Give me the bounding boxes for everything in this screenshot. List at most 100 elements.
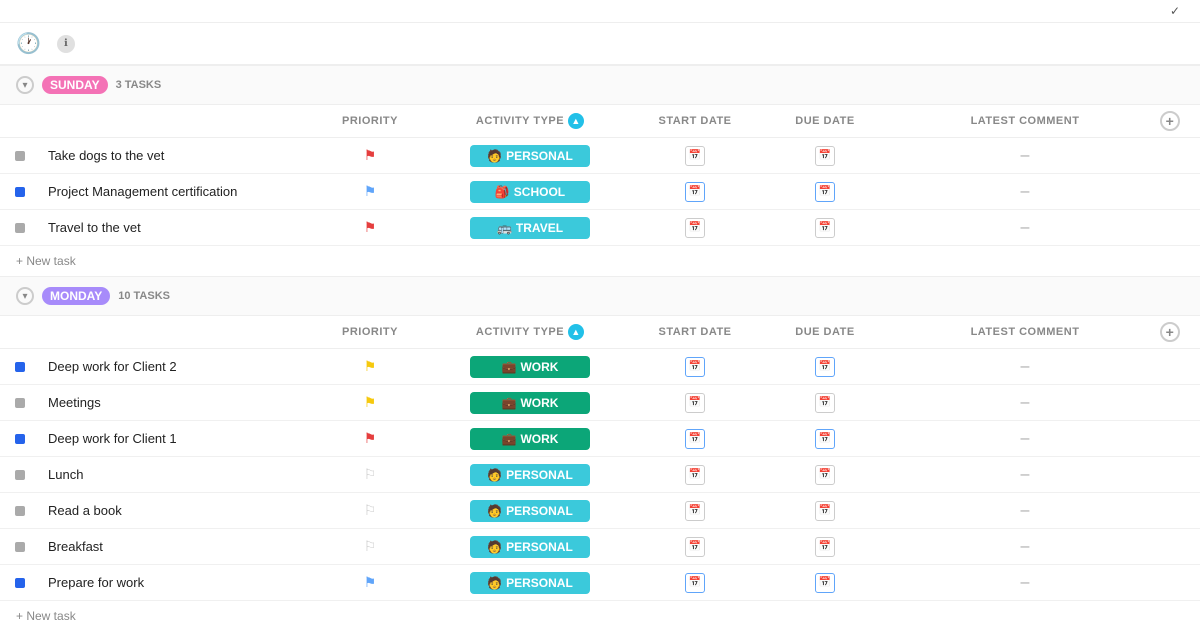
calendar-icon[interactable]: 📅: [815, 429, 835, 449]
calendar-icon[interactable]: 📅: [685, 393, 705, 413]
calendar-icon[interactable]: 📅: [685, 429, 705, 449]
activity-type-cell[interactable]: 🧑 PERSONAL: [430, 462, 630, 488]
new-task-button[interactable]: [83, 41, 95, 47]
task-checkbox[interactable]: [0, 151, 40, 161]
start-date-cell[interactable]: 📅: [630, 357, 760, 377]
task-checkbox[interactable]: [0, 578, 40, 588]
flag-none-icon: ⚐: [364, 538, 377, 555]
activity-type-cell[interactable]: 🚌 TRAVEL: [430, 215, 630, 241]
calendar-icon[interactable]: 📅: [685, 146, 705, 166]
activity-type-cell[interactable]: 💼 WORK: [430, 390, 630, 416]
info-icon[interactable]: ℹ: [57, 35, 75, 53]
task-priority[interactable]: ⚑: [310, 183, 430, 200]
calendar-icon[interactable]: 📅: [685, 182, 705, 202]
activity-type-cell[interactable]: 💼 WORK: [430, 354, 630, 380]
due-date-cell[interactable]: 📅: [760, 537, 890, 557]
activity-label: PERSONAL: [506, 504, 573, 518]
task-priority[interactable]: ⚑: [310, 147, 430, 164]
due-date-cell[interactable]: 📅: [760, 465, 890, 485]
task-checkbox[interactable]: [0, 542, 40, 552]
activity-type-cell[interactable]: 🧑 PERSONAL: [430, 498, 630, 524]
task-priority[interactable]: ⚑: [310, 219, 430, 236]
task-priority[interactable]: ⚐: [310, 538, 430, 555]
due-date-cell[interactable]: 📅: [760, 573, 890, 593]
flag-red-icon: ⚑: [364, 219, 377, 236]
col-activity-header[interactable]: ACTIVITY TYPE ▲: [430, 113, 630, 129]
activity-type-cell[interactable]: 🧑 PERSONAL: [430, 534, 630, 560]
task-priority[interactable]: ⚑: [310, 574, 430, 591]
checkbox-inner: [15, 151, 25, 161]
calendar-icon[interactable]: 📅: [815, 393, 835, 413]
activity-type-cell[interactable]: 💼 WORK: [430, 426, 630, 452]
due-date-cell[interactable]: 📅: [760, 146, 890, 166]
col-add-header[interactable]: +: [1160, 111, 1200, 131]
hide-closed-btn[interactable]: ✓: [1170, 4, 1184, 18]
start-date-cell[interactable]: 📅: [630, 537, 760, 557]
activity-emoji: 💼: [502, 432, 517, 446]
calendar-icon[interactable]: 📅: [815, 465, 835, 485]
calendar-icon[interactable]: 📅: [685, 465, 705, 485]
top-bar: ✓: [0, 0, 1200, 23]
start-date-cell[interactable]: 📅: [630, 573, 760, 593]
comment-cell: –: [890, 147, 1160, 165]
col-comment-header: LATEST COMMENT: [890, 115, 1160, 127]
add-task-row[interactable]: + New task: [0, 601, 1200, 631]
col-add-header[interactable]: +: [1160, 322, 1200, 342]
due-date-cell[interactable]: 📅: [760, 429, 890, 449]
activity-label: PERSONAL: [506, 540, 573, 554]
calendar-icon[interactable]: 📅: [815, 182, 835, 202]
start-date-cell[interactable]: 📅: [630, 429, 760, 449]
calendar-icon[interactable]: 📅: [815, 573, 835, 593]
task-row: Breakfast ⚐ 🧑 PERSONAL 📅 📅 –: [0, 529, 1200, 565]
section-toggle-monday[interactable]: ▾: [16, 287, 34, 305]
task-checkbox[interactable]: [0, 362, 40, 372]
start-date-cell[interactable]: 📅: [630, 501, 760, 521]
start-date-cell[interactable]: 📅: [630, 393, 760, 413]
task-checkbox[interactable]: [0, 187, 40, 197]
calendar-icon[interactable]: 📅: [685, 501, 705, 521]
task-name: Travel to the vet: [40, 220, 310, 235]
activity-type-cell[interactable]: 🎒 SCHOOL: [430, 179, 630, 205]
col-activity-header[interactable]: ACTIVITY TYPE ▲: [430, 324, 630, 340]
flag-yellow-icon: ⚑: [364, 394, 377, 411]
task-priority[interactable]: ⚑: [310, 430, 430, 447]
start-date-cell[interactable]: 📅: [630, 218, 760, 238]
task-priority[interactable]: ⚑: [310, 394, 430, 411]
task-priority[interactable]: ⚑: [310, 358, 430, 375]
col-priority-header: PRIORITY: [310, 115, 430, 127]
calendar-icon[interactable]: 📅: [815, 537, 835, 557]
activity-type-cell[interactable]: 🧑 PERSONAL: [430, 143, 630, 169]
flag-blue-icon: ⚑: [364, 574, 377, 591]
due-date-cell[interactable]: 📅: [760, 218, 890, 238]
task-checkbox[interactable]: [0, 470, 40, 480]
start-date-cell[interactable]: 📅: [630, 182, 760, 202]
task-checkbox[interactable]: [0, 398, 40, 408]
due-date-cell[interactable]: 📅: [760, 393, 890, 413]
add-task-row[interactable]: + New task: [0, 246, 1200, 276]
due-date-cell[interactable]: 📅: [760, 501, 890, 521]
calendar-icon[interactable]: 📅: [815, 357, 835, 377]
start-date-cell[interactable]: 📅: [630, 465, 760, 485]
activity-label: WORK: [520, 360, 558, 374]
due-date-cell[interactable]: 📅: [760, 357, 890, 377]
task-checkbox[interactable]: [0, 506, 40, 516]
task-checkbox[interactable]: [0, 223, 40, 233]
calendar-icon[interactable]: 📅: [815, 501, 835, 521]
task-checkbox[interactable]: [0, 434, 40, 444]
calendar-icon[interactable]: 📅: [685, 537, 705, 557]
task-priority[interactable]: ⚐: [310, 502, 430, 519]
col-duedate-header: DUE DATE: [760, 115, 890, 127]
activity-type-cell[interactable]: 🧑 PERSONAL: [430, 570, 630, 596]
activity-label: PERSONAL: [506, 576, 573, 590]
calendar-icon[interactable]: 📅: [685, 357, 705, 377]
start-date-cell[interactable]: 📅: [630, 146, 760, 166]
calendar-icon[interactable]: 📅: [685, 218, 705, 238]
task-priority[interactable]: ⚐: [310, 466, 430, 483]
section-toggle-sunday[interactable]: ▾: [16, 76, 34, 94]
activity-emoji: 🧑: [487, 468, 502, 482]
due-date-cell[interactable]: 📅: [760, 182, 890, 202]
comment-cell: –: [890, 219, 1160, 237]
calendar-icon[interactable]: 📅: [815, 218, 835, 238]
calendar-icon[interactable]: 📅: [685, 573, 705, 593]
calendar-icon[interactable]: 📅: [815, 146, 835, 166]
